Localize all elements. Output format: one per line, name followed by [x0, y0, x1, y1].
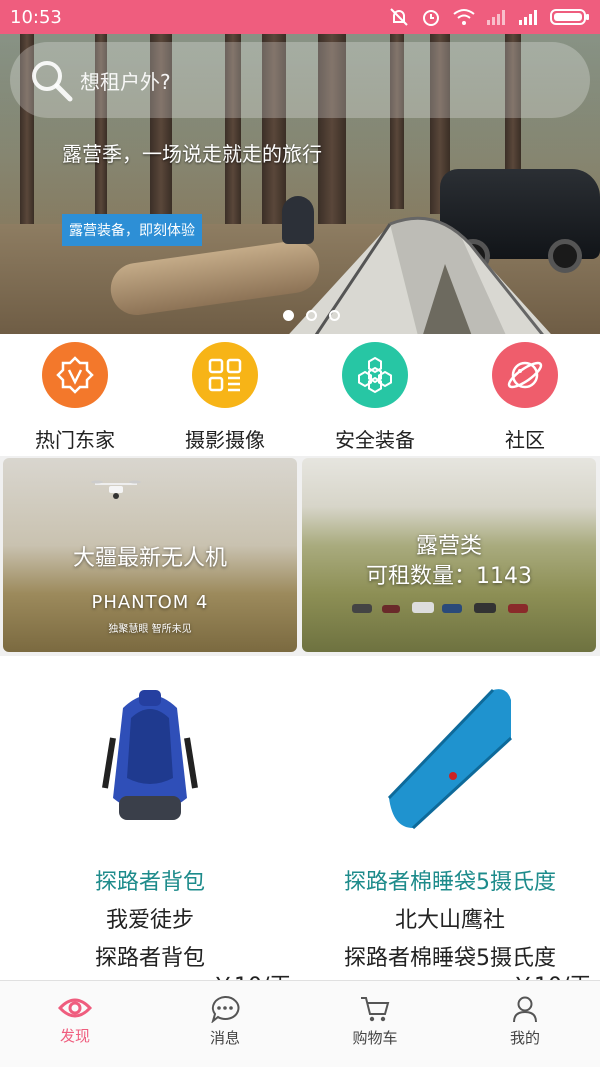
promo-section: 大疆最新无人机 PHANTOM 4 独聚慧眼 智所未见 露营类 可租数量：114… [0, 456, 600, 656]
product-name: 探路者背包 [94, 870, 205, 895]
category-photography[interactable]: 摄影摄像 [150, 334, 300, 454]
signal-off-icon [487, 10, 505, 25]
category-row: 热门东家 摄影摄像 安全装备 社区 [0, 334, 600, 454]
banner-tag[interactable]: 露营装备，即刻体验 [62, 214, 202, 246]
product-name: 探路者棉睡袋5摄氏度 [344, 870, 556, 895]
nav-profile[interactable]: 我的 [450, 981, 600, 1067]
battery-icon [550, 9, 589, 25]
promo-title: 大疆最新无人机 [72, 546, 227, 571]
v-badge-icon [42, 342, 108, 408]
hero-banner[interactable]: 想租户外? 露营季，一场说走就走的旅行 露营装备，即刻体验 [0, 34, 600, 334]
eye-icon [58, 998, 92, 1018]
backpack-image [83, 678, 217, 846]
cars-image [352, 602, 528, 613]
nav-label: 我的 [509, 1029, 540, 1047]
drone-image [91, 480, 141, 499]
category-label: 安全装备 [335, 428, 415, 452]
nav-label: 消息 [209, 1029, 240, 1047]
category-community[interactable]: 社区 [450, 334, 600, 454]
sleeping-bag-image [383, 678, 517, 846]
promo-card-drone[interactable]: 大疆最新无人机 PHANTOM 4 独聚慧眼 智所未见 [3, 458, 297, 652]
planet-icon [492, 342, 558, 408]
nav-label: 发现 [59, 1027, 90, 1045]
search-input[interactable]: 想租户外? [80, 66, 171, 95]
status-time: 10:53 [10, 6, 62, 28]
promo-subtitle: 可租数量：1143 [366, 564, 532, 589]
alarm-icon [423, 10, 439, 26]
promo-brand: PHANTOM 4 [91, 592, 209, 613]
user-icon [513, 996, 537, 1023]
category-label: 社区 [505, 428, 545, 452]
search-icon [32, 61, 73, 102]
nav-label: 购物车 [352, 1029, 398, 1047]
hexagon-cluster-icon [342, 342, 408, 408]
product-grid: 探路者背包 我爱徒步 探路者背包 探路者棉睡袋5摄氏度 北大山鹰社 探路者棉睡袋… [0, 660, 600, 980]
search-bar[interactable]: 想租户外? [10, 42, 590, 118]
banner-pagination [283, 310, 340, 321]
pagination-dot[interactable] [329, 310, 340, 321]
wifi-icon [453, 9, 475, 25]
product-card[interactable]: 探路者背包 我爱徒步 探路者背包 [0, 660, 300, 980]
category-hot-hosts[interactable]: 热门东家 [0, 334, 150, 454]
product-owner: 我爱徒步 [105, 908, 194, 933]
category-safety-gear[interactable]: 安全装备 [300, 334, 450, 454]
banner-title: 露营季，一场说走就走的旅行 [62, 142, 322, 166]
promo-card-camping[interactable]: 露营类 可租数量：1143 [302, 458, 596, 652]
nav-discover[interactable]: 发现 [0, 981, 150, 1067]
product-card[interactable]: 探路者棉睡袋5摄氏度 北大山鹰社 探路者棉睡袋5摄氏度 [300, 660, 600, 980]
pagination-dot[interactable] [283, 310, 294, 321]
status-bar: 10:53 [0, 0, 600, 34]
signal-icon [519, 10, 537, 25]
promo-title: 露营类 [415, 534, 482, 559]
promo-slogan: 独聚慧眼 智所未见 [108, 624, 192, 635]
category-label: 热门东家 [35, 428, 115, 452]
chat-bubble-icon [211, 995, 240, 1023]
bottom-nav: 发现 消息 购物车 我的 [0, 980, 600, 1067]
app-screen: 10:53 想租户外? 露营季，一场说走就走的旅行 露营装备，即刻体验 热门东家… [0, 0, 600, 1067]
status-icons [388, 6, 590, 28]
product-description: 探路者背包 [94, 946, 205, 971]
product-owner: 北大山鹰社 [394, 908, 505, 933]
nav-messages[interactable]: 消息 [150, 981, 300, 1067]
shopping-cart-icon [361, 997, 390, 1022]
pagination-dot[interactable] [306, 310, 317, 321]
nav-cart[interactable]: 购物车 [300, 981, 450, 1067]
grid-icon [192, 342, 258, 408]
do-not-disturb-icon [390, 8, 408, 26]
category-label: 摄影摄像 [185, 428, 265, 452]
